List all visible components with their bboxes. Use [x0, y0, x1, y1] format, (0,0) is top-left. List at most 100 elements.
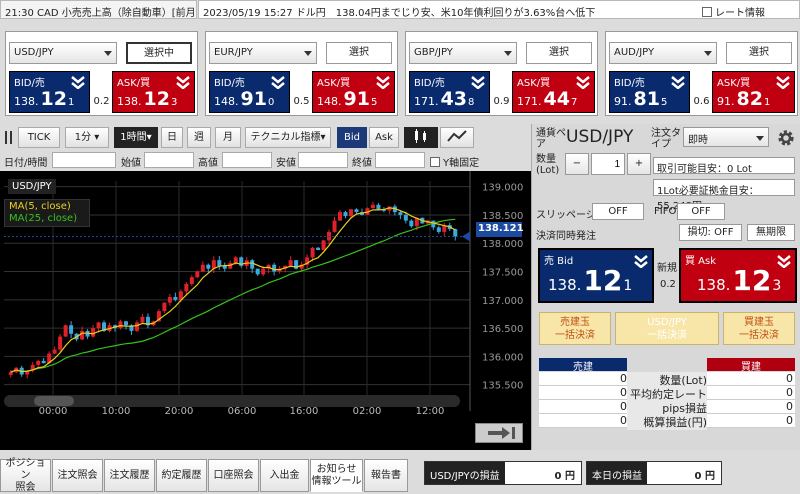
currency-card: GBP/JPY 選択 BID/売 171. 438 0.9 ASK/買 171. 447	[405, 31, 598, 116]
rate-info-checkbox[interactable]: レート情報	[702, 4, 765, 19]
day-button[interactable]: 日	[161, 127, 183, 148]
bottom-tab[interactable]: 注文履歴	[104, 459, 155, 492]
bottom-tab[interactable]: 入出金	[260, 459, 309, 492]
bottom-tab[interactable]: 約定履歴	[156, 459, 207, 492]
bottom-tab[interactable]: ポジション 照会	[0, 458, 51, 493]
sell-cell: 0	[620, 414, 627, 427]
candle-body	[58, 336, 63, 350]
ask-buy-button[interactable]: ASK/買 148. 915	[312, 71, 395, 113]
price-chart[interactable]: 139.000 138.500 138.000 137.500 137.000 136.5…	[0, 171, 531, 450]
candle-body	[41, 360, 46, 364]
minute-dropdown[interactable]: 1分 ▾	[65, 127, 109, 148]
fifo-toggle[interactable]: OFF	[677, 203, 725, 220]
scrollbar-thumb[interactable]	[34, 396, 74, 406]
low-value	[298, 152, 348, 168]
buy-price-pip: 12	[732, 264, 772, 297]
sell-cell: 0	[620, 372, 627, 385]
y-tick-label: 136.500	[482, 324, 523, 335]
select-pair-button[interactable]: 選択	[526, 42, 592, 64]
bottom-tab[interactable]: 報告書	[364, 459, 408, 492]
bid-sell-button[interactable]: BID/売 138. 121	[9, 71, 90, 113]
y-axis-fix-label: Y軸固定	[443, 158, 480, 169]
news-text: 2023/05/19 15:27 ドル円 138.04円までじり安、米10年債利…	[203, 8, 596, 19]
ask-price-fraction: 1	[763, 97, 771, 108]
checkbox-icon[interactable]	[702, 7, 712, 17]
sell-bid-button[interactable]: 売 Bid 138.121	[538, 248, 654, 303]
line-chart-button[interactable]	[440, 127, 474, 148]
jump-to-latest-button[interactable]	[475, 423, 523, 443]
stop-loss-toggle[interactable]: 損切: OFF	[679, 224, 742, 241]
qty-plus-button[interactable]: +	[627, 153, 651, 175]
chart-scrollbar[interactable]	[4, 395, 460, 407]
candle-body	[69, 325, 74, 334]
bid-label: BID/売	[414, 78, 445, 89]
week-button[interactable]: 週	[187, 127, 211, 148]
pair-dropdown[interactable]: AUD/JPY	[609, 42, 717, 64]
pair-dropdown[interactable]: EUR/JPY	[209, 42, 317, 64]
ask-price-fraction: 7	[570, 97, 578, 108]
ask-buy-button[interactable]: ASK/買 171. 447	[512, 71, 595, 113]
bid-price-fraction: 8	[467, 97, 475, 108]
bid-sell-button[interactable]: BID/売 148. 910	[209, 71, 290, 113]
ma25-line	[10, 218, 456, 373]
technical-indicator-dropdown[interactable]: テクニカル指標▾	[245, 127, 331, 148]
close-pair-positions-button[interactable]: USD/JPY 一括決済	[615, 312, 719, 345]
y-tick-label: 137.500	[482, 268, 523, 279]
collapse-handle-icon[interactable]	[4, 131, 16, 144]
expiry-toggle[interactable]: 無期限	[747, 224, 795, 241]
checkbox-icon[interactable]	[430, 157, 440, 167]
candle-body	[167, 296, 172, 303]
ask-price-fraction: 5	[370, 97, 378, 108]
order-type-label: 注文タイプ	[651, 128, 681, 150]
ask-buy-button[interactable]: ASK/買 91. 821	[712, 71, 795, 113]
candlestick-icon	[415, 129, 426, 143]
close-buy-positions-button[interactable]: 買建玉 一括決済	[723, 312, 795, 345]
bottom-tab[interactable]: お知らせ 情報ツール	[310, 459, 363, 492]
candle-body	[96, 322, 101, 329]
pair-dropdown[interactable]: GBP/JPY	[409, 42, 517, 64]
candle-body	[217, 260, 222, 266]
bottom-tab[interactable]: 口座照会	[208, 459, 259, 492]
candle-body	[189, 277, 194, 284]
chevron-down-icon: ▾	[146, 132, 152, 143]
rate-info-label: レート情報	[715, 8, 765, 19]
ma5-line	[10, 207, 456, 373]
x-tick-label: 02:00	[353, 406, 382, 417]
bid-sell-button[interactable]: BID/売 171. 438	[409, 71, 490, 113]
bid-toggle[interactable]: Bid	[337, 127, 367, 148]
pair-label: GBP/JPY	[414, 47, 453, 58]
candle-body	[206, 264, 211, 269]
bid-sell-button[interactable]: BID/売 91. 815	[609, 71, 690, 113]
order-type-dropdown[interactable]: 即時	[683, 127, 769, 147]
hour-dropdown[interactable]: 1時間▾	[114, 127, 158, 148]
ask-label: ASK/買	[717, 78, 751, 89]
candle-body	[338, 212, 343, 221]
settings-gear-icon[interactable]	[776, 128, 796, 148]
ask-label: ASK/買	[317, 78, 351, 89]
slippage-label: スリッページ	[536, 210, 596, 221]
qty-minus-button[interactable]: −	[565, 153, 589, 175]
select-pair-button[interactable]: 選択	[326, 42, 392, 64]
chevron-double-down-icon	[71, 76, 85, 89]
candle-body	[321, 240, 326, 251]
slippage-toggle[interactable]: OFF	[592, 203, 644, 220]
candle-body	[134, 322, 139, 331]
select-pair-button[interactable]: 選択	[726, 42, 792, 64]
bid-price-fraction: 1	[67, 97, 75, 108]
ask-buy-button[interactable]: ASK/買 138. 123	[112, 71, 195, 113]
tick-button[interactable]: TICK	[18, 127, 60, 148]
y-axis-fix-checkbox[interactable]: Y軸固定	[430, 154, 479, 169]
ask-toggle[interactable]: Ask	[369, 127, 399, 148]
qty-input[interactable]	[591, 153, 625, 175]
candle-body	[409, 220, 414, 227]
candle-chart-button[interactable]	[404, 127, 438, 148]
close-sell-positions-button[interactable]: 売建玉 一括決済	[539, 312, 611, 345]
bottom-tab[interactable]: 注文照会	[52, 459, 103, 492]
chevron-double-down-icon	[176, 76, 190, 89]
news-ticker-right[interactable]: 2023/05/19 15:27 ドル円 138.04円までじり安、米10年債利…	[198, 0, 800, 19]
news-ticker-left[interactable]: 21:30 CAD 小売売上高（除自動車）[前月]	[0, 0, 197, 19]
pair-dropdown[interactable]: USD/JPY	[9, 42, 117, 64]
month-button[interactable]: 月	[215, 127, 241, 148]
buy-ask-button[interactable]: 買 Ask 138.123	[679, 248, 797, 303]
select-pair-button[interactable]: 選択中	[126, 42, 192, 64]
